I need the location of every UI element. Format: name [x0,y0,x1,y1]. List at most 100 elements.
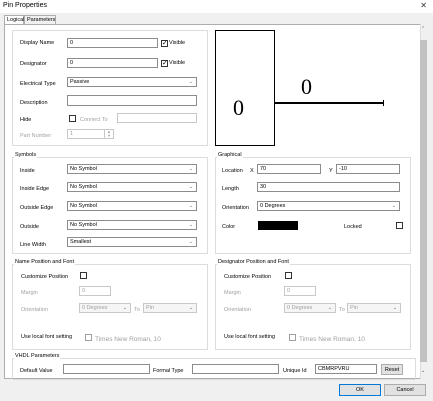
designator-margin-input[interactable]: 0 [284,286,316,296]
color-swatch[interactable] [258,221,298,230]
chevron-down-icon: ⌄ [188,222,193,228]
electrical-type-value: Passive [70,79,90,85]
default-value-label: Default Value [20,368,53,374]
name-local-font-label: Use local font setting [21,334,73,340]
outside-edge-label: Outside Edge [20,205,54,211]
chevron-down-icon: ⌄ [188,305,193,311]
scrollbar-thumb[interactable] [420,40,427,362]
part-number-stepper[interactable]: ▲ ▼ [104,129,114,139]
name-orientation-select[interactable]: 0 Degrees ⌄ [79,303,131,313]
chevron-down-icon: ⌄ [122,305,127,311]
electrical-type-select[interactable]: Passive ⌄ [67,77,197,87]
scroll-down-icon[interactable]: ⌄ [421,368,425,374]
orientation-label: Orientation [222,205,249,211]
formal-type-label: Formal Type [153,368,184,374]
designator-font-value[interactable]: Times New Roman, 10 [299,336,365,343]
designator-visible-label: Visible [169,60,186,66]
connect-to-input[interactable] [117,113,197,123]
display-name-visible-label: Visible [169,40,186,46]
chevron-down-icon: ⌄ [188,239,193,245]
designator-customize-label: Customize Position [224,274,272,280]
designator-input[interactable]: 0 [67,58,158,68]
window-title: Pin Properties [3,2,47,9]
ok-button[interactable]: OK [339,384,381,396]
name-margin-label: Margin [21,290,38,296]
outside-select[interactable]: No Symbol ⌄ [67,220,197,230]
cancel-button[interactable]: Cancel [384,384,426,396]
chevron-down-icon: ⌄ [188,79,193,85]
unique-id-input[interactable]: CBMRPVRU [315,364,377,374]
outside-value: No Symbol [70,222,97,228]
designator-to-label: To [339,307,345,313]
chevron-down-icon: ⌄ [188,203,193,209]
display-name-input[interactable]: 0 [67,38,158,48]
name-to-select[interactable]: Pin ⌄ [143,303,197,313]
designator-orientation-select[interactable]: 0 Degrees ⌄ [284,303,336,313]
location-x-label: X [250,168,254,174]
description-label: Description [20,100,48,106]
location-y-input[interactable]: -10 [336,164,400,174]
designator-visible-checkbox[interactable] [161,59,168,67]
part-number-input[interactable]: 1 [67,129,105,139]
graphical-group-title: Graphical [217,152,243,158]
close-icon[interactable]: ✕ [420,1,427,10]
chevron-down-icon: ⌄ [392,305,397,311]
outside-edge-select[interactable]: No Symbol ⌄ [67,201,197,211]
title-bar: Pin Properties ✕ [0,0,433,13]
designator-orientation-label: Orientation [224,307,251,313]
designator-to-value: Pin [350,305,358,311]
outside-edge-value: No Symbol [70,203,97,209]
preview-designator: 0 [301,74,312,99]
line-width-label: Line Width [20,242,46,248]
scroll-up-icon[interactable]: ⌃ [421,26,425,32]
connect-to-label: Connect To [80,117,108,123]
designator-font-checkbox[interactable] [289,334,296,341]
inside-select[interactable]: No Symbol ⌄ [67,164,197,174]
name-to-label: To [134,307,140,313]
display-name-label: Display Name [20,40,55,46]
name-font-value[interactable]: Times New Roman, 10 [95,336,161,343]
designator-local-font-label: Use local font setting [224,334,276,340]
preview-pin-line [275,102,383,104]
chevron-down-icon: ⌄ [188,184,193,190]
inside-edge-value: No Symbol [70,184,97,190]
display-name-visible-checkbox[interactable] [161,39,168,47]
inside-edge-select[interactable]: No Symbol ⌄ [67,182,197,192]
reset-button[interactable]: Reset [381,364,403,375]
designator-label: Designator [20,61,47,67]
designator-customize-checkbox[interactable] [285,272,292,279]
vhdl-parameters-title: VHDL Parameters [14,353,61,359]
preview-pin-end [383,100,384,106]
orientation-value: 0 Degrees [260,203,286,209]
designator-orientation-value: 0 Degrees [287,305,313,311]
length-input[interactable]: 30 [257,182,400,192]
name-customize-checkbox[interactable] [80,272,87,279]
description-input[interactable] [67,95,197,106]
hide-checkbox[interactable] [69,115,76,122]
designator-to-select[interactable]: Pin ⌄ [347,303,401,313]
color-label: Color [222,224,236,230]
locked-label: Locked [344,224,362,230]
name-position-font-title: Name Position and Font [14,259,76,265]
location-label: Location [222,168,243,174]
name-margin-input[interactable]: 0 [79,286,111,296]
unique-id-label: Unique Id [283,368,307,374]
part-number-label: Part Number [20,133,52,139]
inside-label: Inside [20,168,35,174]
line-width-value: Smallest [70,239,92,245]
designator-margin-label: Margin [224,290,241,296]
formal-type-input[interactable] [192,364,279,374]
electrical-type-label: Electrical Type [20,81,56,87]
orientation-select[interactable]: 0 Degrees ⌄ [257,201,400,211]
line-width-select[interactable]: Smallest ⌄ [67,237,197,247]
chevron-down-icon: ⌄ [327,305,332,311]
default-value-input[interactable] [63,364,150,374]
chevron-down-icon: ⌄ [188,166,193,172]
outside-label: Outside [20,224,39,230]
inside-edge-label: Inside Edge [20,186,50,192]
pin-preview-body [215,30,275,146]
hide-label: Hide [20,117,32,123]
name-font-checkbox[interactable] [85,334,92,341]
location-x-input[interactable]: 70 [257,164,321,174]
locked-checkbox[interactable] [396,222,403,229]
